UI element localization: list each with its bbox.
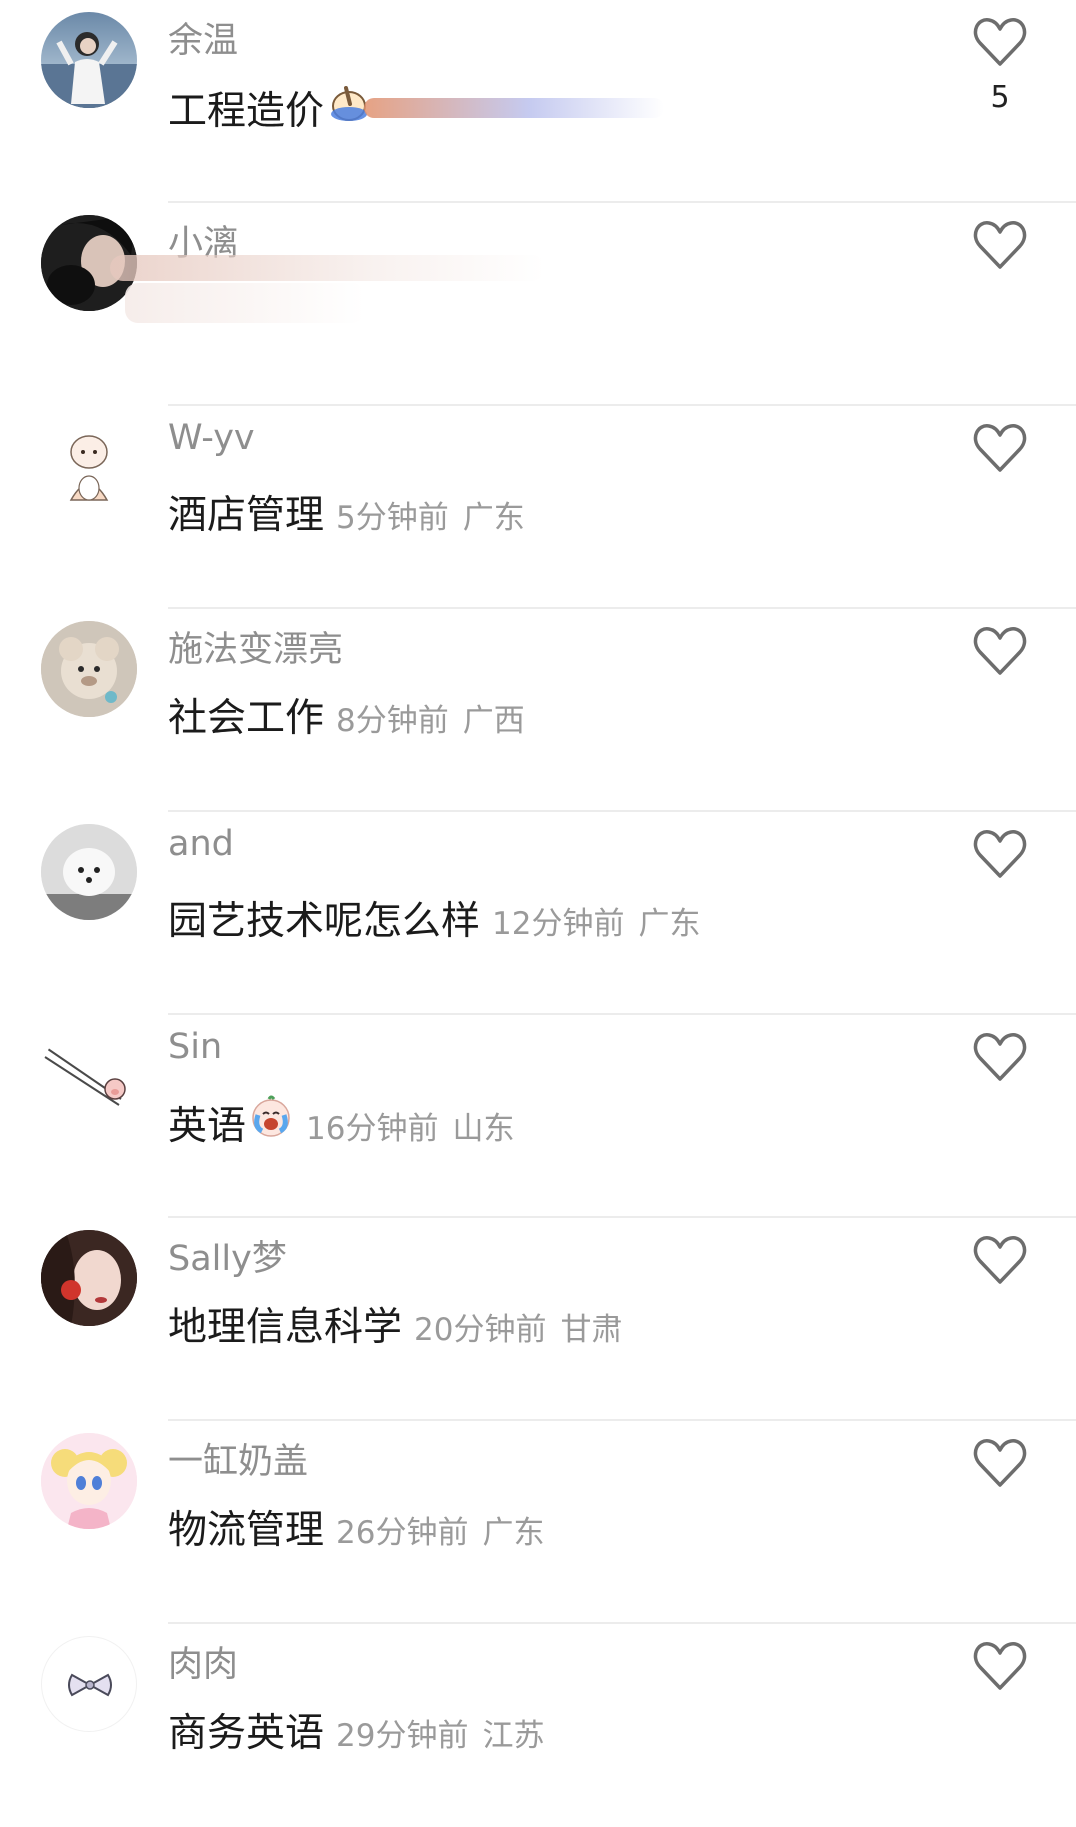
avatar[interactable] bbox=[41, 1027, 137, 1123]
avatar-bow-icon bbox=[68, 1673, 112, 1697]
comment-text: 地理信息科学 bbox=[168, 1305, 403, 1350]
timestamp: 8分钟前 bbox=[336, 703, 449, 739]
avatar[interactable] bbox=[41, 1230, 137, 1326]
heart-icon[interactable] bbox=[972, 1640, 1028, 1692]
avatar[interactable] bbox=[41, 621, 137, 717]
comment-item: 余温 工程造价 5 bbox=[0, 0, 1076, 203]
location: 广西 bbox=[462, 703, 525, 739]
heart-icon[interactable] bbox=[972, 1031, 1028, 1083]
comment-list: 余温 工程造价 5 小漓 W-yv 酒店管理 5分钟前 广东 施法变漂亮 社会工… bbox=[0, 0, 1076, 1827]
timestamp: 5分钟前 bbox=[336, 500, 449, 536]
comment-item: Sin 英语 16分钟前 山东 bbox=[0, 1015, 1076, 1218]
avatar-girl-flower-icon bbox=[41, 1230, 137, 1326]
comment-line: 工程造价 bbox=[168, 78, 665, 136]
avatar-bunny-icon bbox=[69, 435, 109, 501]
comment-item: W-yv 酒店管理 5分钟前 广东 bbox=[0, 406, 1076, 609]
avatar-pig-chopsticks-icon bbox=[44, 1046, 126, 1106]
comment-meta: 12分钟前 广东 bbox=[492, 898, 700, 943]
comment-item: 肉肉 商务英语 29分钟前 江苏 bbox=[0, 1624, 1076, 1827]
avatar-dog-icon bbox=[41, 824, 137, 920]
comment-item: 施法变漂亮 社会工作 8分钟前 广西 bbox=[0, 609, 1076, 812]
avatar[interactable] bbox=[41, 418, 137, 514]
comment-meta: 26分钟前 广东 bbox=[336, 1507, 544, 1552]
timestamp: 29分钟前 bbox=[336, 1718, 469, 1754]
heart-icon[interactable] bbox=[972, 16, 1028, 68]
username[interactable]: 肉肉 bbox=[168, 1636, 238, 1687]
comment-item: Sally梦 地理信息科学 20分钟前 甘肃 bbox=[0, 1218, 1076, 1421]
heart-icon[interactable] bbox=[972, 625, 1028, 677]
comment-item: and 园艺技术呢怎么样 12分钟前 广东 bbox=[0, 812, 1076, 1015]
comment-meta: 5分钟前 广东 bbox=[336, 492, 525, 537]
avatar[interactable] bbox=[41, 1636, 137, 1732]
comment-text: 物流管理 bbox=[168, 1508, 325, 1553]
timestamp: 16分钟前 bbox=[306, 1111, 439, 1147]
comment-text: 工程造价 bbox=[168, 89, 325, 134]
comment-meta: 29分钟前 江苏 bbox=[336, 1710, 544, 1755]
timestamp: 26分钟前 bbox=[336, 1515, 469, 1551]
blur-mark bbox=[364, 98, 665, 118]
avatar[interactable] bbox=[41, 1433, 137, 1529]
comment-line: 酒店管理 5分钟前 广东 bbox=[168, 484, 525, 540]
blur-mark bbox=[110, 255, 545, 281]
comment-text: 酒店管理 bbox=[168, 493, 325, 538]
username[interactable]: 施法变漂亮 bbox=[168, 621, 343, 672]
timestamp: 20分钟前 bbox=[414, 1312, 547, 1348]
avatar[interactable] bbox=[41, 824, 137, 920]
comment-text: 园艺技术呢怎么样 bbox=[168, 899, 481, 944]
avatar-teddy-icon bbox=[41, 621, 137, 717]
comment-text: 英语 bbox=[168, 1104, 247, 1149]
location: 广东 bbox=[482, 1515, 545, 1551]
location: 广东 bbox=[638, 906, 701, 942]
comment-item: 一缸奶盖 物流管理 26分钟前 广东 bbox=[0, 1421, 1076, 1624]
comment-line: 地理信息科学 20分钟前 甘肃 bbox=[168, 1296, 622, 1352]
comment-item: 小漓 bbox=[0, 203, 1076, 406]
heart-icon[interactable] bbox=[972, 422, 1028, 474]
heart-icon[interactable] bbox=[972, 828, 1028, 880]
username[interactable]: and bbox=[168, 824, 234, 864]
location: 广东 bbox=[462, 500, 525, 536]
comment-line: 园艺技术呢怎么样 12分钟前 广东 bbox=[168, 890, 700, 946]
avatar[interactable] bbox=[41, 12, 137, 108]
comment-line: 物流管理 26分钟前 广东 bbox=[168, 1499, 544, 1555]
location: 甘肃 bbox=[560, 1312, 623, 1348]
username[interactable]: Sally梦 bbox=[168, 1230, 287, 1281]
comment-line: 社会工作 8分钟前 广西 bbox=[168, 687, 525, 743]
comment-line: 商务英语 29分钟前 江苏 bbox=[168, 1702, 544, 1758]
like-count: 5 bbox=[990, 80, 1010, 115]
location: 江苏 bbox=[482, 1718, 545, 1754]
timestamp: 12分钟前 bbox=[492, 906, 625, 942]
heart-icon[interactable] bbox=[972, 1437, 1028, 1489]
heart-icon[interactable] bbox=[972, 219, 1028, 271]
username[interactable]: 余温 bbox=[168, 12, 238, 63]
crying-laughing-emoji-icon bbox=[252, 1095, 290, 1137]
comment-meta: 16分钟前 山东 bbox=[306, 1103, 514, 1148]
username[interactable]: W-yv bbox=[168, 418, 255, 458]
location: 山东 bbox=[452, 1111, 515, 1147]
comment-line: 英语 16分钟前 山东 bbox=[168, 1093, 514, 1151]
avatar-girl-icon bbox=[41, 32, 137, 108]
avatar-anime-girl-icon bbox=[41, 1433, 137, 1529]
username[interactable]: Sin bbox=[168, 1027, 222, 1067]
username[interactable]: 一缸奶盖 bbox=[168, 1433, 308, 1484]
heart-icon[interactable] bbox=[972, 1234, 1028, 1286]
blur-mark bbox=[125, 283, 365, 323]
comment-meta: 20分钟前 甘肃 bbox=[414, 1304, 622, 1349]
comment-text: 商务英语 bbox=[168, 1711, 325, 1756]
comment-meta: 8分钟前 广西 bbox=[336, 695, 525, 740]
comment-text: 社会工作 bbox=[168, 696, 325, 741]
